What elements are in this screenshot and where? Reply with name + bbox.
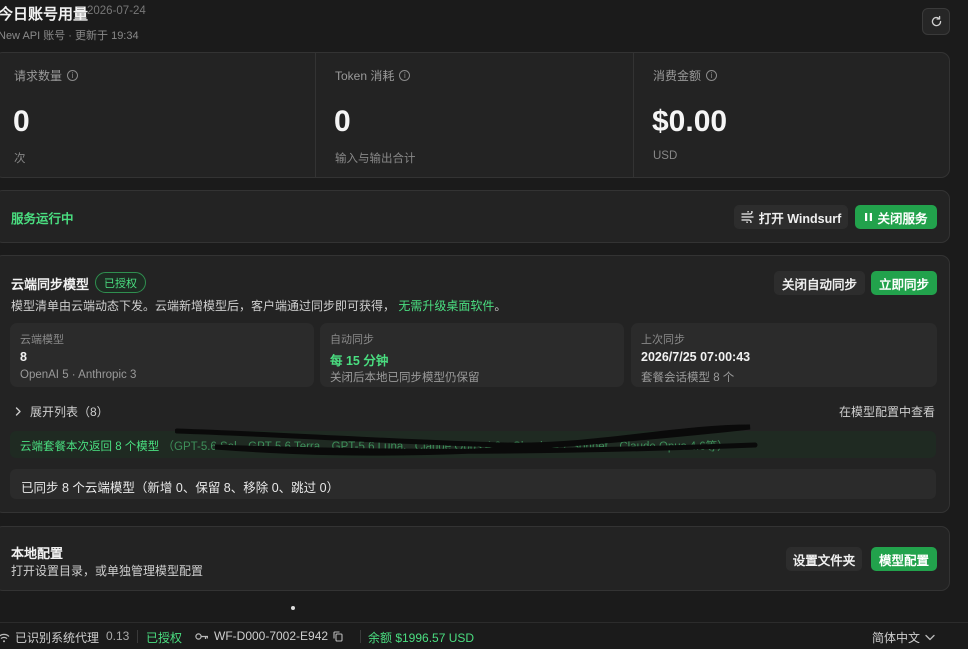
version-label: 0.13 [106, 629, 130, 643]
mini-label: 自动同步 [330, 334, 374, 346]
auto-sync-card: 自动同步 每 15 分钟 关闭后本地已同步模型仍保留 [320, 323, 624, 387]
authorized-badge: 已授权 [95, 272, 146, 293]
stat-requests: 请求数量 i 0 次 [0, 53, 315, 177]
proxy-label: 已识别系统代理 [15, 631, 100, 645]
stat-value: 0 [334, 105, 351, 138]
mini-value: 每 15 分钟 [330, 354, 389, 368]
stat-tokens: Token 消耗 i 0 输入与输出合计 [315, 53, 633, 177]
notice-models: （GPT-5.6 Sol、GPT-5.6 Terra、GPT-5.6 Luna、… [162, 441, 729, 453]
page-title: 今日账号用量 [0, 6, 89, 23]
stat-label: Token 消耗 [335, 69, 395, 83]
divider [137, 630, 138, 643]
wind-icon [741, 211, 754, 223]
last-sync-card: 上次同步 2026/7/25 07:00:43 套餐会话模型 8 个 [631, 323, 937, 387]
info-icon[interactable]: i [706, 70, 718, 81]
disable-auto-sync-button[interactable]: 关闭自动同步 [774, 271, 865, 295]
stat-unit: 输入与输出合计 [335, 153, 416, 165]
status-bar: 已识别系统代理 0.13 已授权 WF-D000-7002-E942 余额 $1… [0, 622, 968, 649]
mini-note: 关闭后本地已同步模型仍保留 [330, 372, 480, 384]
stat-label: 请求数量 [14, 69, 63, 83]
stat-label: 消费金额 [653, 69, 702, 83]
language-label: 简体中文 [872, 631, 921, 645]
open-windsurf-label: 打开 Windsurf [758, 211, 842, 226]
cloud-sync-card: 云端同步模型 已授权 关闭自动同步 立即同步 模型清单由云端动态下发。云端新增模… [0, 255, 950, 513]
copy-icon[interactable] [333, 630, 343, 642]
refresh-button[interactable] [922, 8, 950, 35]
expand-list-label: 展开列表（8） [30, 405, 109, 419]
stop-service-button[interactable]: 关闭服务 [855, 205, 937, 229]
stat-unit: USD [653, 150, 678, 162]
cloud-sync-title: 云端同步模型 [11, 277, 90, 292]
proxy-status[interactable]: 已识别系统代理 [0, 629, 99, 646]
sync-result-bar: 已同步 8 个云端模型（新增 0、保留 8、移除 0、跳过 0） [10, 469, 936, 499]
key-icon [195, 632, 208, 640]
divider [360, 630, 361, 643]
refresh-icon [931, 15, 941, 27]
sync-now-button[interactable]: 立即同步 [871, 271, 937, 295]
stat-value: 0 [13, 105, 30, 138]
settings-folder-button[interactable]: 设置文件夹 [786, 547, 862, 571]
stat-value: $0.00 [652, 105, 728, 138]
stop-service-label: 关闭服务 [877, 211, 928, 226]
usage-page: 今日账号用量 2026-07-24 New API 账号 · 更新于 19:34… [0, 0, 968, 649]
mini-value: 8 [20, 350, 27, 364]
wifi-icon [0, 633, 10, 642]
license-key[interactable]: WF-D000-7002-E942 [195, 629, 343, 643]
language-select[interactable]: 简体中文 [872, 629, 935, 646]
pause-icon [865, 213, 873, 221]
page-date: 2026-07-24 [87, 5, 146, 17]
info-icon[interactable]: i [67, 70, 79, 81]
usage-stats-card: 请求数量 i 0 次 Token 消耗 i 0 输入与输出合计 消费金额 i $0.0… [0, 52, 950, 178]
sync-result-text: 已同步 8 个云端模型（新增 0、保留 8、移除 0、跳过 0） [21, 481, 340, 495]
view-in-model-config-link[interactable]: 在模型配置中查看 [839, 403, 935, 420]
mini-label: 上次同步 [641, 334, 685, 346]
local-config-description: 打开设置目录，或单独管理模型配置 [11, 564, 204, 578]
expand-list-toggle[interactable]: 展开列表（8） [15, 403, 109, 420]
model-config-button[interactable]: 模型配置 [871, 547, 937, 571]
balance: 余额 $1996.57 USD [368, 631, 475, 645]
stray-dot [291, 606, 295, 610]
cloud-models-card: 云端模型 8 OpenAI 5 · Anthropic 3 [10, 323, 314, 387]
license-key-text: WF-D000-7002-E942 [214, 629, 329, 643]
service-card: 服务运行中 打开 Windsurf 关闭服务 [0, 190, 950, 243]
mini-label: 云端模型 [20, 334, 64, 346]
mini-note: OpenAI 5 · Anthropic 3 [20, 369, 137, 381]
stat-unit: 次 [14, 153, 26, 165]
page-subtitle: New API 账号 · 更新于 19:34 [0, 30, 139, 42]
open-windsurf-button[interactable]: 打开 Windsurf [734, 205, 848, 229]
cloud-sync-description: 模型清单由云端动态下发。云端新增模型后，客户端通过同步即可获得， 无需升级桌面软… [11, 299, 507, 313]
mini-value: 2026/7/25 07:00:43 [641, 350, 751, 364]
notice-text: 云端套餐本次返回 8 个模型 [20, 441, 160, 453]
chevron-down-icon [925, 634, 935, 641]
stat-cost: 消费金额 i $0.00 USD [633, 53, 949, 177]
mini-note: 套餐会话模型 8 个 [641, 372, 735, 384]
service-status: 服务运行中 [11, 212, 74, 226]
local-config-card: 本地配置 打开设置目录，或单独管理模型配置 设置文件夹 模型配置 [0, 526, 950, 591]
cloud-return-notice: 云端套餐本次返回 8 个模型 （GPT-5.6 Sol、GPT-5.6 Terr… [10, 431, 936, 458]
local-config-title: 本地配置 [11, 546, 64, 561]
info-icon[interactable]: i [399, 70, 411, 81]
auth-status: 已授权 [146, 631, 183, 645]
chevron-right-icon [15, 407, 21, 416]
